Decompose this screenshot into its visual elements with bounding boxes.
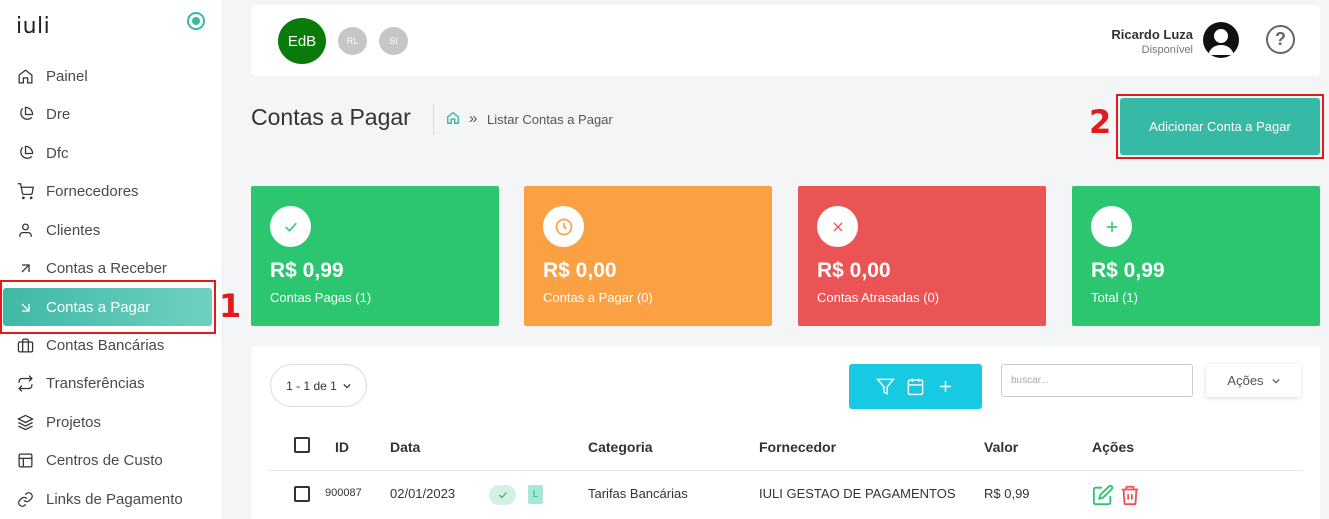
user-icon [16,221,34,239]
sidebar-item-links-de-pagamento[interactable]: Links de Pagamento [0,480,223,519]
sidebar-item-label: Clientes [46,221,101,239]
column-header-id[interactable]: ID [335,439,349,455]
sidebar-item-fornecedores[interactable]: Fornecedores [0,173,223,212]
app-logo[interactable]: iuli [16,14,50,39]
top-header: EdB RL SI Ricardo Luza Disponível ? [251,5,1320,76]
clock-icon [543,206,584,247]
check-icon [270,206,311,247]
user-status: Disponível [1141,44,1193,56]
sidebar-item-dfc[interactable]: Dfc [0,134,223,173]
table-panel: 1 - 1 de 1 Ações ID Data Categoria Forne… [251,346,1320,519]
page-title: Contas a Pagar [251,104,411,130]
stat-amount: R$ 0,99 [270,259,344,282]
column-header-categoria[interactable]: Categoria [588,439,653,455]
repeat-icon [16,375,34,393]
pagination-select[interactable]: 1 - 1 de 1 [270,364,367,407]
cell-id: 900087 [325,487,362,499]
arrow-up-right-icon [16,260,34,278]
stat-amount: R$ 0,00 [817,259,891,282]
chevron-down-icon [343,383,351,388]
column-header-fornecedor[interactable]: Fornecedor [759,439,836,455]
cell-value: R$ 0,99 [984,486,1030,501]
header-divider [269,470,1303,471]
column-header-acoes: Ações [1092,439,1135,455]
sidebar-item-label: Dre [46,106,71,124]
search-input[interactable] [1001,364,1193,397]
layout-icon [16,452,34,470]
sidebar-item-dre[interactable]: Dre [0,96,223,135]
trash-icon[interactable] [1119,484,1141,506]
stat-label: Contas a Pagar (0) [543,290,653,305]
cell-category: Tarifas Bancárias [588,486,688,501]
company-avatar[interactable]: EdB [278,18,326,64]
user-avatar[interactable] [1203,22,1239,58]
cell-supplier: IULI GESTAO DE PAGAMENTOS [759,486,956,501]
help-icon[interactable]: ? [1266,25,1295,54]
cell-date: 02/01/2023 [390,486,456,501]
briefcase-icon [16,336,34,354]
cart-icon [16,183,34,201]
sidebar-item-label: Contas Bancárias [46,336,165,354]
select-all-checkbox[interactable] [294,437,310,453]
stat-card-pagas[interactable]: R$ 0,99 Contas Pagas (1) [251,186,499,326]
acoes-label: Ações [1227,373,1264,388]
sidebar-toggle-icon[interactable] [187,12,205,30]
column-header-valor[interactable]: Valor [984,439,1018,455]
stat-amount: R$ 0,99 [1091,259,1165,282]
annotation-box-2 [1116,94,1324,159]
title-divider [433,104,434,135]
table-toolbar [849,364,982,409]
annotation-marker-2: 2 [1089,103,1112,141]
sidebar: iuli Painel Dre Dfc Fornecedores Cliente… [0,0,223,519]
stat-card-total[interactable]: R$ 0,99 Total (1) [1072,186,1320,326]
check-icon [498,492,507,499]
home-icon[interactable] [446,111,460,125]
column-header-data[interactable]: Data [390,439,420,455]
x-icon [817,206,858,247]
sidebar-item-transferencias[interactable]: Transferências [0,365,223,404]
acoes-dropdown[interactable]: Ações [1206,364,1301,397]
pagination-label: 1 - 1 de 1 [286,378,337,393]
home-icon [16,67,34,85]
sidebar-item-label: Dfc [46,144,69,162]
sidebar-item-label: Centros de Custo [46,452,163,470]
plus-icon[interactable] [936,377,956,397]
annotation-box-1 [0,280,216,334]
sidebar-item-clientes[interactable]: Clientes [0,211,223,250]
sidebar-item-label: Fornecedores [46,183,139,201]
user-silhouette-icon [1208,29,1234,55]
row-checkbox[interactable] [294,486,310,502]
edit-icon[interactable] [1092,484,1114,506]
layers-icon [16,413,34,431]
type-badge: L [528,485,543,504]
user-name: Ricardo Luza [1111,27,1193,42]
sidebar-item-label: Transferências [46,375,145,393]
stat-card-a-pagar[interactable]: R$ 0,00 Contas a Pagar (0) [524,186,772,326]
filter-icon[interactable] [876,377,896,397]
chevron-down-icon [1271,378,1280,383]
plus-icon [1091,206,1132,247]
sidebar-item-centros-de-custo[interactable]: Centros de Custo [0,442,223,481]
stat-label: Total (1) [1091,290,1138,305]
sidebar-item-label: Links de Pagamento [46,490,183,508]
sidebar-item-label: Painel [46,67,88,85]
company-avatar[interactable]: SI [379,27,408,55]
pie-chart-icon [16,144,34,162]
sidebar-item-painel[interactable]: Painel [0,57,223,96]
sidebar-item-label: Contas a Receber [46,260,167,278]
company-avatar[interactable]: RL [338,27,367,55]
paid-status-badge [489,485,516,505]
stat-card-atrasadas[interactable]: R$ 0,00 Contas Atrasadas (0) [798,186,1046,326]
stat-label: Contas Pagas (1) [270,290,372,305]
sidebar-item-label: Projetos [46,413,102,431]
sidebar-item-projetos[interactable]: Projetos [0,403,223,442]
breadcrumb-separator: » [469,110,478,127]
breadcrumb: Listar Contas a Pagar [487,112,613,127]
pie-chart-icon [16,106,34,124]
link-icon [16,490,34,508]
stat-amount: R$ 0,00 [543,259,617,282]
annotation-marker-1: 1 [219,287,242,325]
stat-label: Contas Atrasadas (0) [817,290,940,305]
calendar-icon[interactable] [906,377,926,397]
